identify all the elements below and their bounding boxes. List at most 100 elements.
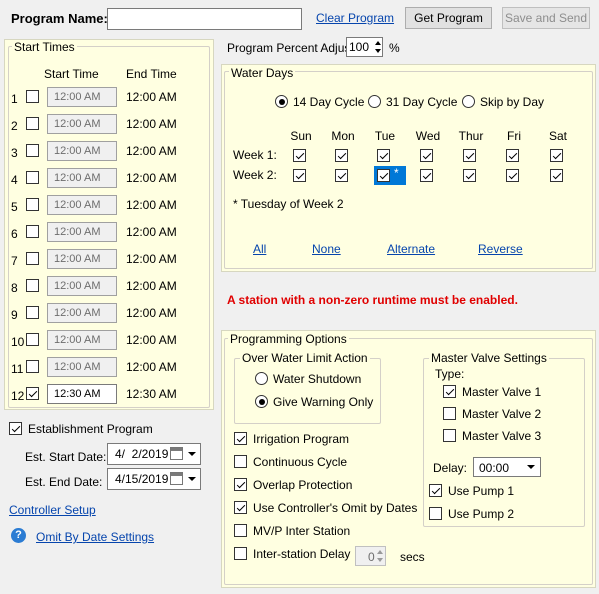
start-time-input[interactable]: 12:00 AM [47,357,117,377]
over-water-radio[interactable] [255,395,268,408]
over-water-label: Water Shutdown [273,372,362,386]
day-checkbox[interactable] [335,169,348,182]
over-water-radio[interactable] [255,372,268,385]
start-time-checkbox[interactable] [26,171,39,184]
row-number: 6 [11,227,18,241]
day-checkbox[interactable] [293,169,306,182]
program-option-checkbox[interactable] [234,455,247,468]
start-time-input[interactable]: 12:00 AM [47,195,117,215]
start-time-checkbox[interactable] [26,144,39,157]
start-time-checkbox[interactable] [26,117,39,130]
start-time-checkbox[interactable] [26,90,39,103]
controller-setup-link[interactable]: Controller Setup [9,503,96,517]
mv-delay-value: 00:00 [479,461,510,475]
week-label: Week 2: [233,168,277,182]
day-checkbox[interactable] [506,169,519,182]
week-label: Week 1: [233,148,277,162]
master-valve-checkbox[interactable] [443,429,456,442]
day-header: Sat [548,129,567,143]
program-option-label: MV/P Inter Station [253,524,351,538]
cycle-label: 31 Day Cycle [386,95,458,109]
program-option-checkbox[interactable] [234,524,247,537]
day-checkbox[interactable] [377,149,390,162]
spinner-up-icon[interactable] [375,41,381,45]
row-number: 12 [11,389,25,403]
end-time-value: 12:00 AM [126,360,177,374]
start-time-checkbox[interactable] [26,225,39,238]
row-number: 9 [11,308,18,322]
program-option-checkbox[interactable] [234,501,247,514]
pump-checkbox[interactable] [429,484,442,497]
cycle-radio[interactable] [275,95,288,108]
chevron-down-icon[interactable] [188,452,196,456]
program-option-checkbox[interactable] [234,432,247,445]
start-time-input[interactable]: 12:00 AM [47,141,117,161]
day-checkbox[interactable] [420,169,433,182]
get-program-button[interactable]: Get Program [405,7,492,29]
percent-adjust-spinner[interactable]: 100 [346,37,383,57]
master-valve-checkbox[interactable] [443,385,456,398]
est-start-date-picker[interactable]: 4/ 2/2019 [107,443,201,465]
mv-delay-select[interactable]: 00:00 [473,457,541,477]
start-time-checkbox[interactable] [26,306,39,319]
inter-station-delay-spinner[interactable]: 0 [355,546,386,566]
omit-by-date-link[interactable]: Omit By Date Settings [36,530,154,544]
percent-adjust-label: Program Percent Adjust [227,41,354,55]
start-time-input[interactable]: 12:00 AM [47,87,117,107]
master-valve-label: Master Valve 2 [462,407,542,421]
start-time-input[interactable]: 12:00 AM [47,114,117,134]
help-icon[interactable]: ? [11,528,26,543]
program-option-checkbox[interactable] [234,478,247,491]
start-time-checkbox[interactable] [26,252,39,265]
start-time-input[interactable]: 12:00 AM [47,276,117,296]
day-checkbox[interactable] [463,149,476,162]
inter-station-delay-value: 0 [368,550,375,564]
establishment-checkbox[interactable] [9,422,22,435]
start-time-input[interactable]: 12:00 AM [47,222,117,242]
day-checkbox[interactable] [463,169,476,182]
day-checkbox[interactable] [550,169,563,182]
end-time-value: 12:00 AM [126,225,177,239]
day-checkbox[interactable] [335,149,348,162]
program-name-input[interactable] [107,8,302,30]
over-water-groupbox [234,358,381,424]
start-time-input[interactable]: 12:00 AM [47,330,117,350]
day-checkbox[interactable] [377,169,390,182]
spinner-up-icon[interactable] [377,550,383,554]
start-time-input[interactable]: 12:00 AM [47,168,117,188]
water-days-link[interactable]: All [253,242,266,256]
cycle-radio[interactable] [462,95,475,108]
master-valve-checkbox[interactable] [443,407,456,420]
save-and-send-button[interactable]: Save and Send [502,7,590,29]
day-checkbox[interactable] [420,149,433,162]
start-time-input[interactable]: 12:00 AM [47,303,117,323]
est-end-date-picker[interactable]: 4/15/2019 [107,468,201,490]
row-number: 7 [11,254,18,268]
cycle-radio[interactable] [368,95,381,108]
day-checkbox[interactable] [550,149,563,162]
water-days-link[interactable]: Reverse [478,242,523,256]
day-header: Fri [507,129,521,143]
program-option-checkbox[interactable] [234,547,247,560]
percent-sign: % [389,41,400,55]
water-days-link[interactable]: None [312,242,341,256]
spinner-down-icon[interactable] [375,49,381,53]
day-checkbox[interactable] [293,149,306,162]
clear-program-link[interactable]: Clear Program [316,11,394,25]
start-time-checkbox[interactable] [26,333,39,346]
establishment-label: Establishment Program [28,422,153,436]
pump-checkbox[interactable] [429,507,442,520]
start-time-checkbox[interactable] [26,198,39,211]
start-time-input[interactable]: 12:00 AM [47,249,117,269]
percent-adjust-value: 100 [349,40,370,54]
water-days-link[interactable]: Alternate [387,242,435,256]
program-option-label: Inter-station Delay [253,547,351,561]
day-checkbox[interactable] [506,149,519,162]
start-time-checkbox[interactable] [26,279,39,292]
start-time-input[interactable]: 12:30 AM [47,384,117,404]
start-time-checkbox[interactable] [26,387,39,400]
chevron-down-icon[interactable] [527,465,535,469]
spinner-down-icon[interactable] [377,558,383,562]
start-time-checkbox[interactable] [26,360,39,373]
chevron-down-icon[interactable] [188,477,196,481]
